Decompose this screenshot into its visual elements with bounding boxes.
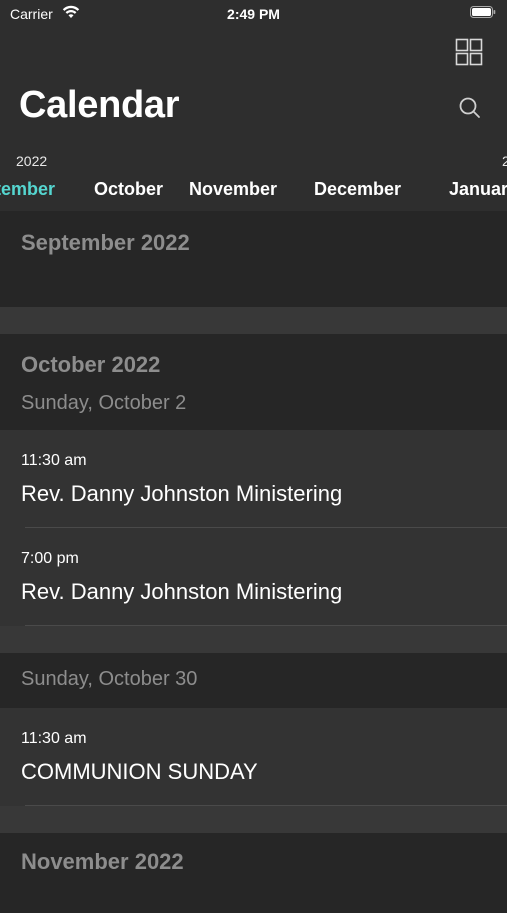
page-title: Calendar — [19, 84, 180, 126]
event-row[interactable]: 7:00 pm Rev. Danny Johnston Ministering — [0, 528, 507, 626]
section-divider — [0, 307, 507, 334]
event-title: COMMUNION SUNDAY — [21, 759, 258, 784]
month-section-title: November 2022 — [21, 849, 184, 874]
day-section-header: Sunday, October 30 — [0, 653, 507, 708]
event-row[interactable]: 11:30 am COMMUNION SUNDAY — [0, 708, 507, 806]
section-divider — [0, 626, 507, 653]
month-section-header: October 2022 Sunday, October 2 — [0, 334, 507, 430]
grid-view-icon[interactable] — [455, 38, 483, 66]
month-tab-label: December — [314, 179, 402, 199]
month-picker-strip[interactable]: 2022 September October November December… — [0, 145, 507, 211]
row-separator — [25, 805, 507, 806]
event-list[interactable]: September 2022 October 2022 Sunday, Octo… — [0, 211, 507, 913]
month-section-header: November 2022 — [0, 833, 507, 913]
month-tab-year: 2022 — [16, 153, 48, 169]
month-tab-year: 2 — [502, 153, 507, 169]
section-divider — [0, 806, 507, 833]
status-bar: Carrier 2:49 PM — [0, 0, 507, 28]
event-row[interactable]: 11:30 am Rev. Danny Johnston Ministering — [0, 430, 507, 528]
month-tab-label: November — [189, 179, 278, 199]
month-section-title: October 2022 — [21, 352, 161, 377]
event-time: 7:00 pm — [21, 550, 79, 567]
month-section-title: September 2022 — [21, 230, 190, 255]
month-tab-label: October — [94, 179, 164, 199]
battery-icon — [470, 6, 496, 18]
clock: 2:49 PM — [227, 6, 280, 22]
event-time: 11:30 am — [21, 452, 87, 469]
month-tab-label: January — [449, 179, 507, 199]
row-separator — [25, 625, 507, 626]
day-header: Sunday, October 2 — [21, 392, 187, 414]
day-header: Sunday, October 30 — [21, 668, 198, 690]
search-icon[interactable] — [457, 95, 483, 121]
event-title: Rev. Danny Johnston Ministering — [21, 481, 343, 506]
event-time: 11:30 am — [21, 730, 87, 747]
month-tab-label: September — [0, 179, 56, 199]
month-section-header: September 2022 — [0, 211, 507, 307]
event-title: Rev. Danny Johnston Ministering — [21, 579, 343, 604]
